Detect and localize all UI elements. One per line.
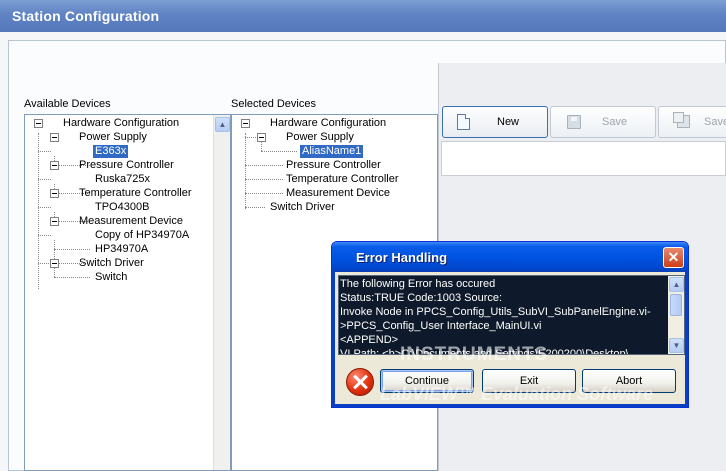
available-tree-scrollbar[interactable]: ▲: [213, 115, 230, 470]
tree-node-copy-of-hp34970a[interactable]: Copy of HP34970A: [95, 229, 189, 242]
tree-line: [54, 249, 90, 250]
abort-button[interactable]: Abort: [582, 369, 676, 393]
window-title-bar[interactable]: Station Configuration: [0, 0, 726, 32]
tree-node-switch[interactable]: Switch: [95, 271, 127, 284]
expand-collapse-icon[interactable]: [50, 259, 59, 268]
tree-line: [245, 193, 283, 194]
error-line: Invoke Node in PPCS_Config_Utils_SubVI_S…: [340, 306, 651, 318]
scroll-down-arrow-icon[interactable]: ▼: [669, 338, 684, 353]
dialog-title-bar[interactable]: Error Handling ✕: [332, 242, 688, 272]
continue-button[interactable]: Continue: [380, 369, 474, 393]
expand-collapse-icon[interactable]: [257, 133, 266, 142]
tree-line: [245, 207, 265, 208]
expand-collapse-icon[interactable]: [241, 119, 250, 128]
tree-node-temperature-controller[interactable]: Temperature Controller: [79, 187, 192, 200]
tree-node-hardware-configuration[interactable]: Hardware Configuration: [270, 117, 386, 130]
save-button[interactable]: Save: [550, 106, 656, 138]
tree-line: [38, 179, 51, 180]
tree-node-switch-driver[interactable]: Switch Driver: [79, 257, 144, 270]
tree-node-ruska725x[interactable]: Ruska725x: [95, 173, 150, 186]
error-line: The following Error has occured: [340, 278, 496, 290]
tree-line: [245, 179, 283, 180]
save-as-button-label: Save: [704, 116, 726, 128]
window-title: Station Configuration: [12, 8, 160, 24]
tree-node-aliasname1[interactable]: AliasName1: [298, 144, 365, 159]
close-icon[interactable]: ✕: [663, 247, 684, 268]
error-line: <APPEND>: [340, 334, 399, 346]
tree-line: [38, 207, 51, 208]
new-button[interactable]: New: [442, 106, 548, 138]
tree-node-hp34970a[interactable]: HP34970A: [95, 243, 148, 256]
expand-collapse-icon[interactable]: [50, 189, 59, 198]
error-line: >PPCS_Config_User Interface_MainUI.vi: [340, 320, 542, 332]
expand-collapse-icon[interactable]: [50, 217, 59, 226]
error-message-box[interactable]: The following Error has occured Status:T…: [338, 275, 685, 355]
dialog-frame: [332, 404, 688, 407]
scroll-up-arrow-icon[interactable]: ▲: [215, 117, 230, 132]
error-message-lines: The following Error has occured Status:T…: [340, 277, 668, 355]
tree-line: [245, 133, 246, 209]
tree-line: [54, 277, 90, 278]
tree-line: [261, 151, 297, 152]
dialog-frame: [332, 272, 335, 407]
dialog-title: Error Handling: [356, 250, 448, 265]
error-handling-dialog: Error Handling ✕ The following Error has…: [331, 241, 689, 408]
tree-line: [261, 142, 262, 151]
new-button-label: New: [497, 116, 520, 128]
save-button-label: Save: [602, 116, 628, 128]
expand-collapse-icon[interactable]: [50, 161, 59, 170]
error-line: Status:TRUE Code:1003 Source:: [340, 292, 503, 304]
new-document-icon: [457, 114, 470, 130]
expand-collapse-icon[interactable]: [34, 119, 43, 128]
save-disk-icon: [567, 115, 581, 129]
save-as-button[interactable]: Save: [658, 106, 726, 138]
tree-node-measurement-device[interactable]: Measurement Device: [79, 215, 183, 228]
expand-collapse-icon[interactable]: [50, 133, 59, 142]
tree-line: [245, 165, 283, 166]
tree-line: [38, 133, 39, 289]
dialog-frame: [685, 272, 688, 407]
tree-node-power-supply[interactable]: Power Supply: [79, 131, 147, 144]
save-as-disk-icon: [673, 112, 690, 128]
tree-line: [38, 151, 51, 152]
error-message-scrollbar[interactable]: ▲ ▼: [668, 276, 684, 354]
tree-line: [38, 235, 51, 236]
scroll-up-arrow-icon[interactable]: ▲: [669, 277, 684, 292]
tree-node-pressure-controller[interactable]: Pressure Controller: [286, 159, 381, 172]
scrollbar-thumb[interactable]: [670, 294, 682, 316]
tree-node-hardware-configuration[interactable]: Hardware Configuration: [63, 117, 179, 130]
tree-node-power-supply[interactable]: Power Supply: [286, 131, 354, 144]
available-devices-tree[interactable]: Hardware Configuration Power Supply E363…: [24, 114, 231, 471]
error-x-icon: [346, 368, 374, 396]
tree-node-switch-driver[interactable]: Switch Driver: [270, 201, 335, 214]
selected-devices-label: Selected Devices: [231, 98, 316, 110]
tree-node-temperature-controller[interactable]: Temperature Controller: [286, 173, 399, 186]
tree-node-pressure-controller[interactable]: Pressure Controller: [79, 159, 174, 172]
tree-line: [54, 268, 55, 277]
tree-node-tpo4300b[interactable]: TPO4300B: [95, 201, 149, 214]
exit-button[interactable]: Exit: [482, 369, 576, 393]
tree-node-measurement-device[interactable]: Measurement Device: [286, 187, 390, 200]
properties-box: [441, 141, 726, 176]
available-devices-label: Available Devices: [24, 98, 111, 110]
error-line: VI Path: <b>C:\Documents and Settings\E2…: [340, 348, 629, 355]
tree-node-e363x[interactable]: E363x: [91, 144, 130, 159]
